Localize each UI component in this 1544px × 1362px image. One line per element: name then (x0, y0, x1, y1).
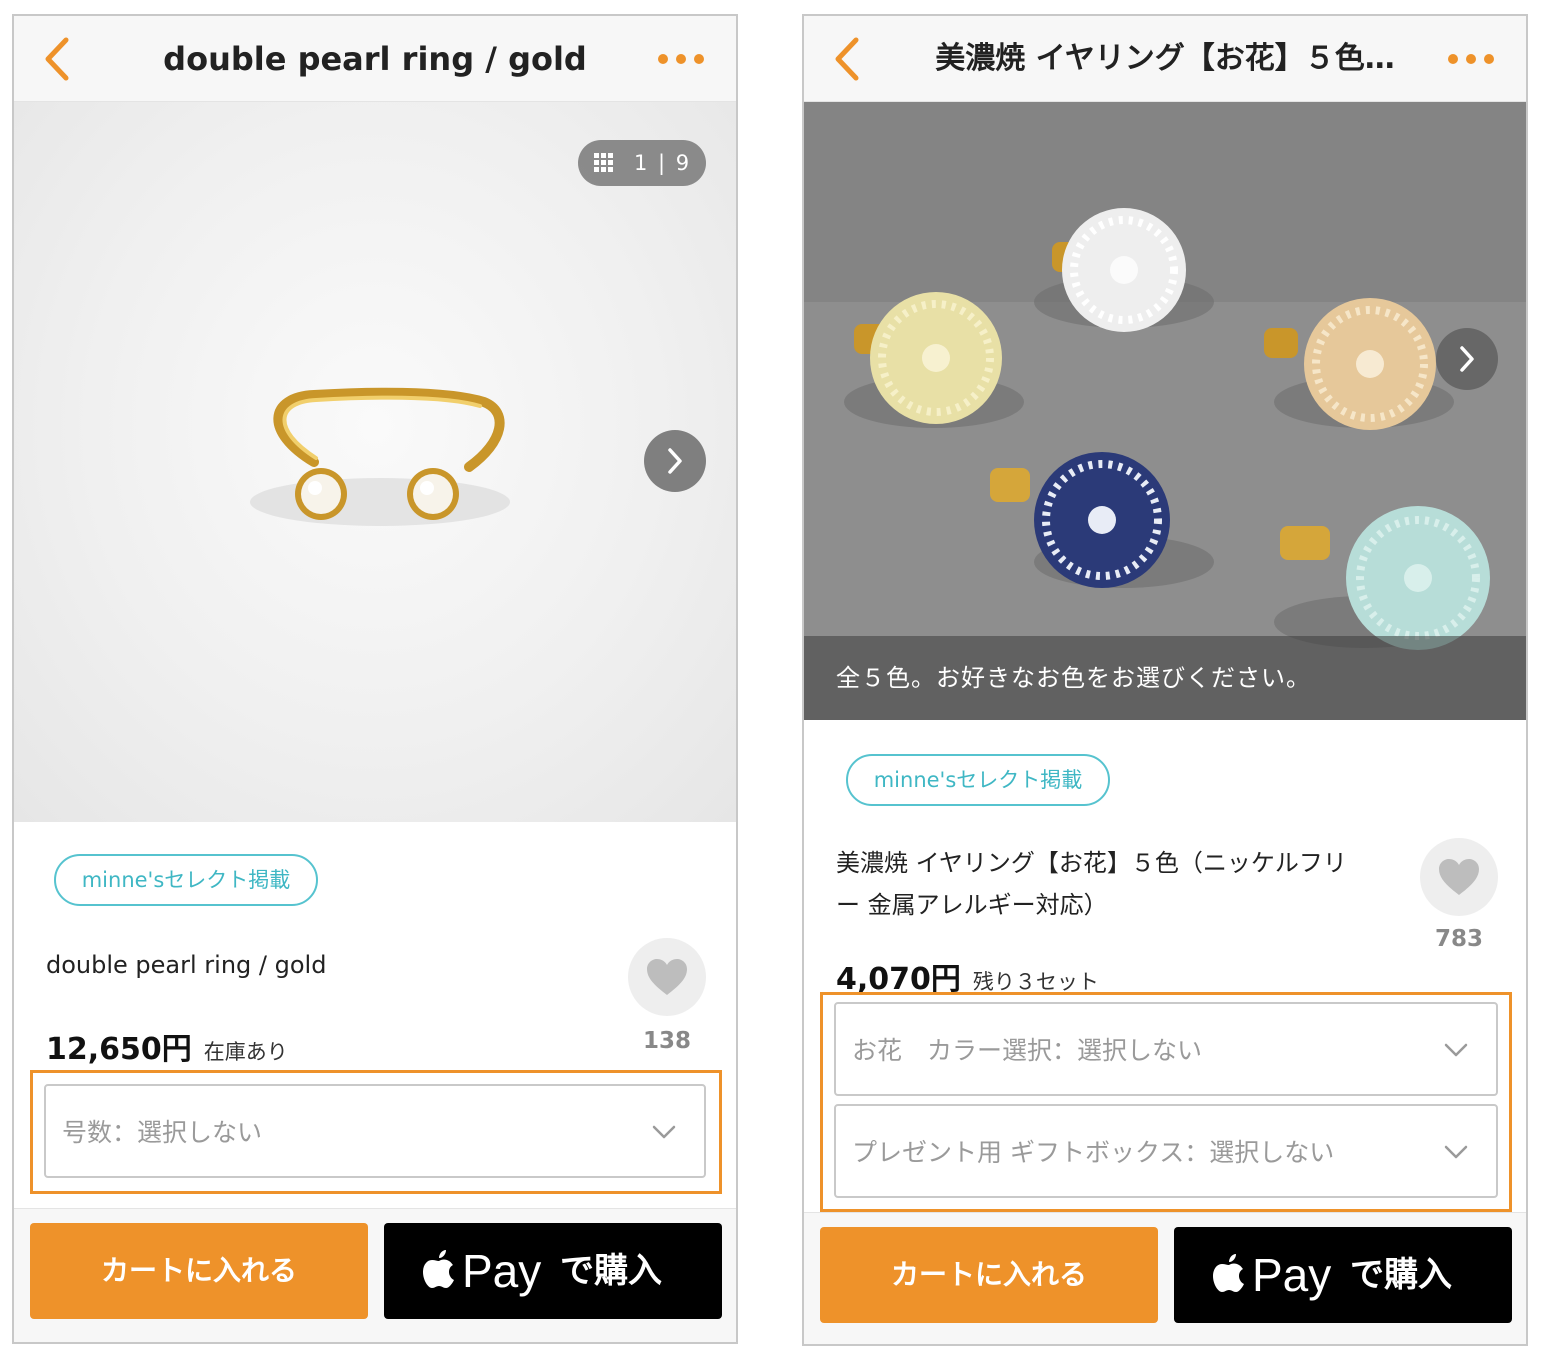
apple-icon (1213, 1254, 1244, 1292)
back-button[interactable] (38, 34, 82, 84)
product-image[interactable]: 1 | 9 (14, 102, 736, 822)
apple-pay-button[interactable]: Pay で購入 (1174, 1227, 1512, 1323)
stock-status: 残り３セット (972, 970, 1099, 994)
heart-icon (647, 959, 687, 995)
grid-icon (594, 153, 613, 172)
more-dots-icon (658, 54, 704, 64)
select-label: 号数：選択しない (62, 1118, 263, 1147)
product-image[interactable]: 全５色。お好きなお色をお選びください。 (804, 102, 1526, 720)
price-line: 12,650円 在庫あり (46, 1024, 288, 1068)
favorite-count: 783 (1434, 926, 1483, 952)
product-title-line2: ー 金属アレルギー対応） (836, 891, 1108, 919)
bottom-bar: カートに入れる Pay で購入 (14, 1208, 736, 1342)
more-button[interactable] (656, 42, 706, 76)
product-title: 美濃焼 イヤリング【お花】５色（ニッケルフリ ー 金属アレルギー対応） (836, 842, 1406, 926)
add-to-cart-button[interactable]: カートに入れる (820, 1227, 1158, 1323)
heart-icon (1439, 859, 1479, 895)
gift-box-select[interactable]: プレゼント用 ギフトボックス：選択しない (834, 1104, 1498, 1198)
chevron-down-icon (1444, 1145, 1468, 1159)
add-to-cart-button[interactable]: カートに入れる (30, 1223, 368, 1319)
more-button[interactable] (1446, 42, 1496, 76)
minne-select-tag[interactable]: minne'sセレクト掲載 (54, 854, 318, 906)
product-title-line1: 美濃焼 イヤリング【お花】５色（ニッケルフリ (836, 849, 1347, 877)
bottom-bar: カートに入れる Pay で購入 (804, 1212, 1526, 1344)
next-image-button[interactable] (644, 430, 706, 492)
chevron-right-icon (1460, 346, 1474, 372)
ring-photo (250, 387, 510, 526)
product-screen-earring: 美濃焼 イヤリング【お花】５色… 全５色。お好きなお色をお選びください。 min… (802, 14, 1528, 1346)
image-caption: 全５色。お好きなお色をお選びください。 (804, 636, 1526, 720)
more-dots-icon (1448, 54, 1494, 64)
nav-bar: 美濃焼 イヤリング【お花】５色… (804, 16, 1526, 102)
chevron-left-icon (835, 37, 859, 81)
next-image-button[interactable] (1436, 328, 1498, 390)
select-label: お花 カラー選択：選択しない (852, 1036, 1203, 1065)
back-button[interactable] (828, 34, 872, 84)
stock-status: 在庫あり (203, 1040, 288, 1064)
page-title: 美濃焼 イヤリング【お花】５色… (935, 41, 1395, 76)
chevron-down-icon (1444, 1043, 1468, 1057)
earrings-photo (804, 102, 1526, 720)
minne-select-tag[interactable]: minne'sセレクト掲載 (846, 754, 1110, 806)
favorite-button[interactable] (628, 938, 706, 1016)
price: 12,650円 (46, 1032, 192, 1067)
product-title: double pearl ring / gold (46, 951, 327, 979)
nav-bar: double pearl ring / gold (14, 16, 736, 102)
pay-label: Pay (462, 1245, 542, 1297)
counter-text: 1 | 9 (634, 151, 692, 175)
apple-icon (423, 1250, 454, 1288)
chevron-down-icon (652, 1125, 676, 1139)
pay-label: Pay (1252, 1249, 1332, 1301)
size-select[interactable]: 号数：選択しない (44, 1084, 706, 1178)
product-screen-ring: double pearl ring / gold 1 | 9 minne'sセレ… (12, 14, 738, 1344)
favorite-count: 138 (642, 1028, 691, 1054)
pay-suffix: で購入 (560, 1251, 662, 1291)
favorite-button[interactable] (1420, 838, 1498, 916)
chevron-right-icon (668, 448, 682, 474)
chevron-left-icon (45, 37, 69, 81)
apple-pay-button[interactable]: Pay で購入 (384, 1223, 722, 1319)
select-label: プレゼント用 ギフトボックス：選択しない (852, 1138, 1335, 1167)
image-counter[interactable]: 1 | 9 (578, 140, 706, 186)
color-select[interactable]: お花 カラー選択：選択しない (834, 1002, 1498, 1096)
page-title: double pearl ring / gold (163, 40, 587, 78)
pay-suffix: で購入 (1350, 1255, 1452, 1295)
